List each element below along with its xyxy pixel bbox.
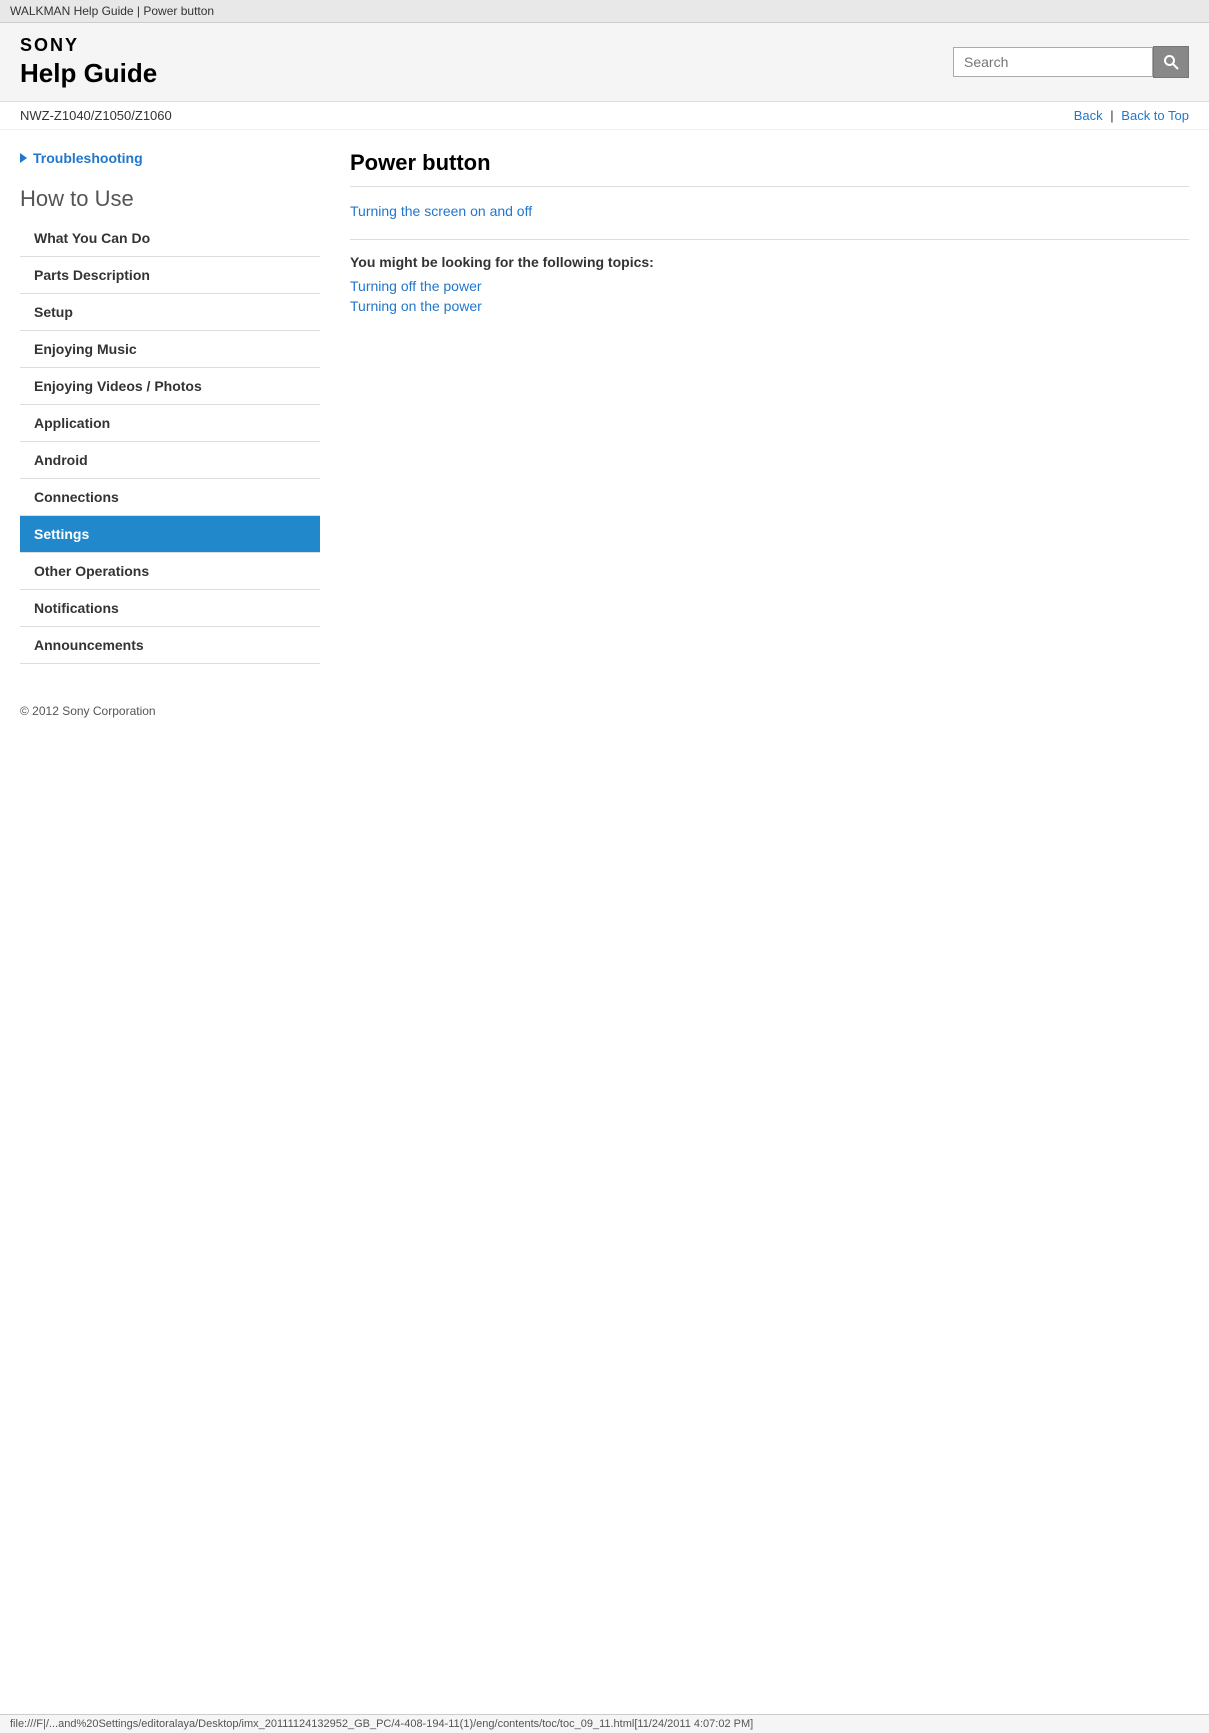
sony-logo: SONY <box>20 35 157 56</box>
sidebar-item-enjoying-music[interactable]: Enjoying Music <box>20 331 320 368</box>
sidebar-item-settings[interactable]: Settings <box>20 516 320 553</box>
search-icon <box>1163 54 1179 70</box>
topic-link-turning-on[interactable]: Turning on the power <box>350 298 1189 314</box>
nav-separator: | <box>1110 108 1113 123</box>
sidebar: Troubleshooting How to Use What You Can … <box>20 150 320 664</box>
nav-bar: NWZ-Z1040/Z1050/Z1060 Back | Back to Top <box>0 102 1209 130</box>
sidebar-item-parts-description[interactable]: Parts Description <box>20 257 320 294</box>
sidebar-item-announcements[interactable]: Announcements <box>20 627 320 664</box>
topic-link-turning-off[interactable]: Turning off the power <box>350 278 1189 294</box>
main-topic-link[interactable]: Turning the screen on and off <box>350 203 1189 219</box>
chevron-right-icon <box>20 153 27 163</box>
sidebar-item-enjoying-videos-photos[interactable]: Enjoying Videos / Photos <box>20 368 320 405</box>
sidebar-item-application[interactable]: Application <box>20 405 320 442</box>
search-input[interactable] <box>953 47 1153 77</box>
sidebar-item-connections[interactable]: Connections <box>20 479 320 516</box>
help-guide-title: Help Guide <box>20 58 157 89</box>
sidebar-item-android[interactable]: Android <box>20 442 320 479</box>
back-link[interactable]: Back <box>1074 108 1103 123</box>
sidebar-item-what-you-can-do[interactable]: What You Can Do <box>20 220 320 257</box>
file-path: file:///F|/...and%20Settings/editoralaya… <box>10 1718 753 1730</box>
you-might-label: You might be looking for the following t… <box>350 254 1189 270</box>
how-to-use-label: How to Use <box>20 186 320 212</box>
nav-links: Back | Back to Top <box>1074 108 1189 123</box>
troubleshooting-label: Troubleshooting <box>33 150 143 166</box>
search-area <box>953 46 1189 78</box>
you-might-section: You might be looking for the following t… <box>350 239 1189 314</box>
copyright-text: © 2012 Sony Corporation <box>20 704 156 718</box>
bottom-bar: file:///F|/...and%20Settings/editoralaya… <box>0 1714 1209 1733</box>
sidebar-item-notifications[interactable]: Notifications <box>20 590 320 627</box>
troubleshooting-link[interactable]: Troubleshooting <box>20 150 320 166</box>
tab-title: WALKMAN Help Guide | Power button <box>10 4 214 18</box>
header: SONY Help Guide <box>0 23 1209 102</box>
header-left: SONY Help Guide <box>20 35 157 89</box>
sidebar-item-setup[interactable]: Setup <box>20 294 320 331</box>
sidebar-item-other-operations[interactable]: Other Operations <box>20 553 320 590</box>
back-to-top-link[interactable]: Back to Top <box>1121 108 1189 123</box>
browser-tab: WALKMAN Help Guide | Power button <box>0 0 1209 23</box>
footer: © 2012 Sony Corporation <box>0 684 1209 728</box>
content-area: Troubleshooting How to Use What You Can … <box>0 130 1209 684</box>
page-heading: Power button <box>350 150 1189 187</box>
search-button[interactable] <box>1153 46 1189 78</box>
model-number: NWZ-Z1040/Z1050/Z1060 <box>20 108 172 123</box>
main-content: Power button Turning the screen on and o… <box>350 150 1189 664</box>
sidebar-items: What You Can Do Parts Description Setup … <box>20 220 320 664</box>
